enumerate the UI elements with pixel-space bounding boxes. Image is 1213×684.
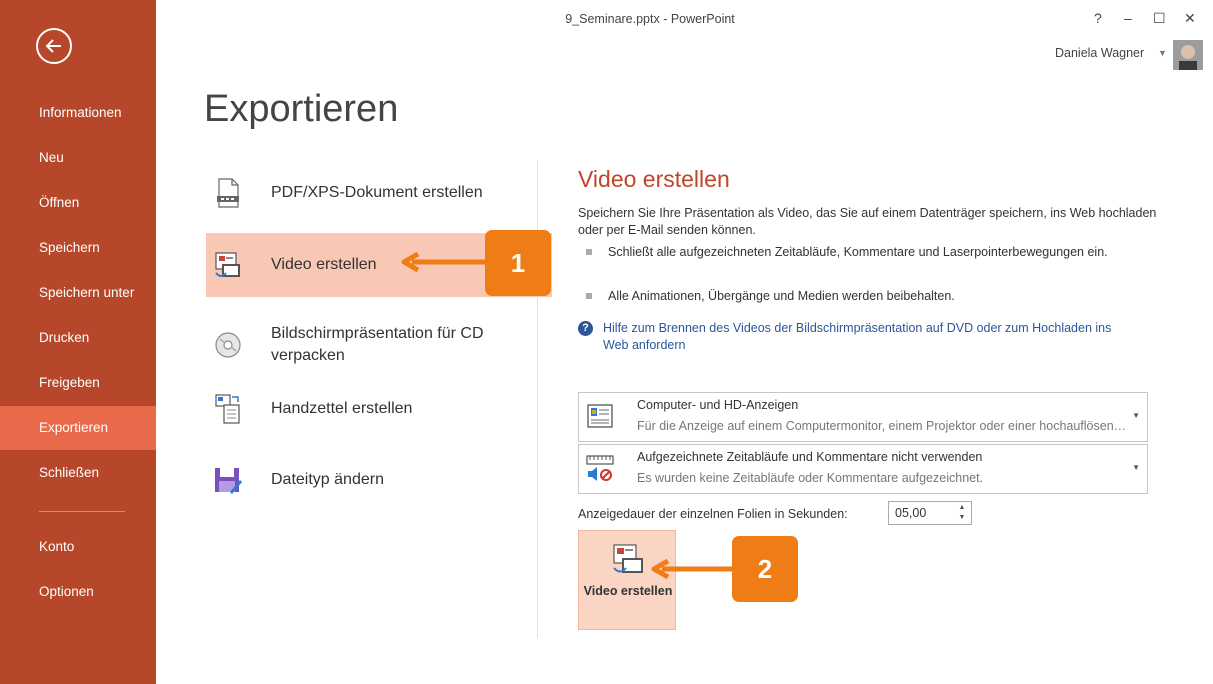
nav-freigeben[interactable]: Freigeben [0,361,156,405]
bullet-icon [586,293,592,299]
duration-label: Anzeigedauer der einzelnen Folien in Sek… [578,507,848,521]
close-button[interactable]: ✕ [1184,10,1196,27]
option-handout[interactable]: Handzettel erstellen [206,377,552,441]
narration-off-icon [586,455,614,481]
timing-sub-text: Es wurden keine Zeitabläufe oder Komment… [637,471,984,485]
page-title: Exportieren [204,88,399,130]
quality-sub-text: Für die Anzeige auf einem Computermonito… [637,419,1127,433]
cd-icon [215,332,241,358]
avatar[interactable] [1173,40,1203,70]
window-title: 9_Seminare.pptx - PowerPoint [565,12,735,26]
option-label: PDF/XPS-Dokument erstellen [271,184,483,201]
monitor-icon [587,404,613,428]
bullet-text: Schließt alle aufgezeichneten Zeitabläuf… [608,245,1108,259]
panel-description: Speichern Sie Ihre Präsentation als Vide… [578,206,1157,237]
spin-down-icon[interactable]: ▼ [955,513,969,523]
bullet-icon [586,249,592,255]
option-change-filetype[interactable]: Dateityp ändern [206,448,552,512]
timing-dropdown[interactable]: Aufgezeichnete Zeitabläufe und Kommentar… [578,444,1148,494]
create-video-button[interactable]: Video erstellen [578,530,676,630]
nav-neu[interactable]: Neu [0,136,156,180]
bullet-item: Alle Animationen, Übergänge und Medien w… [586,288,1156,305]
spin-up-icon[interactable]: ▲ [955,503,969,513]
bullet-text: Alle Animationen, Übergänge und Medien w… [608,289,955,303]
user-name[interactable]: Daniela Wagner [1055,46,1144,60]
nav-exportieren[interactable]: Exportieren [0,406,156,450]
pdf-document-icon [217,178,239,208]
video-quality-dropdown[interactable]: Computer- und HD-Anzeigen Für die Anzeig… [578,392,1148,442]
panel-title: Video erstellen [578,166,730,192]
handout-icon [215,394,240,424]
callout-badge-2: 2 [732,536,798,602]
bullet-item: Schließt alle aufgezeichneten Zeitabläuf… [586,244,1156,261]
help-button[interactable]: ? [1094,10,1102,26]
nav-schliessen[interactable]: Schließen [0,451,156,495]
back-button[interactable] [36,28,72,64]
minimize-button[interactable]: – [1124,10,1132,26]
option-label: Dateityp ändern [271,471,384,488]
callout-badge-1: 1 [485,230,551,296]
chevron-down-icon[interactable]: ▼ [1158,48,1167,58]
sidebar-divider [39,511,125,512]
callout-arrow-icon [651,559,742,579]
backstage-sidebar: Informationen Neu Öffnen Speichern Speic… [0,0,156,684]
option-cd[interactable]: Bildschirmpräsentation für CD verpacken [206,305,552,385]
maximize-button[interactable]: ☐ [1153,10,1166,27]
option-pdf-xps[interactable]: PDF/XPS-Dokument erstellen [206,161,552,225]
duration-spinner[interactable]: ▲ ▼ [955,503,969,523]
nav-drucken[interactable]: Drucken [0,316,156,360]
help-icon: ? [578,321,593,336]
chevron-down-icon: ▼ [1132,411,1140,420]
nav-speichern[interactable]: Speichern [0,226,156,270]
create-video-label: Video erstellen [583,584,673,598]
save-as-icon [215,468,242,494]
help-link[interactable]: Hilfe zum Brennen des Videos der Bildsch… [603,320,1123,354]
option-label: Handzettel erstellen [271,400,413,417]
nav-oeffnen[interactable]: Öffnen [0,181,156,225]
option-label: Bildschirmpräsentation für CD verpacken [271,325,484,364]
quality-main-text: Computer- und HD-Anzeigen [637,398,799,412]
timing-main-text: Aufgezeichnete Zeitabläufe und Kommentar… [637,450,983,464]
callout-arrow-icon [401,252,492,272]
arrow-left-icon [45,39,61,53]
nav-informationen[interactable]: Informationen [0,91,156,135]
nav-konto[interactable]: Konto [0,525,156,569]
nav-optionen[interactable]: Optionen [0,570,156,614]
video-icon [613,544,643,573]
video-icon [215,252,240,277]
chevron-down-icon: ▼ [1132,463,1140,472]
nav-speichern-unter[interactable]: Speichern unter [0,271,156,315]
